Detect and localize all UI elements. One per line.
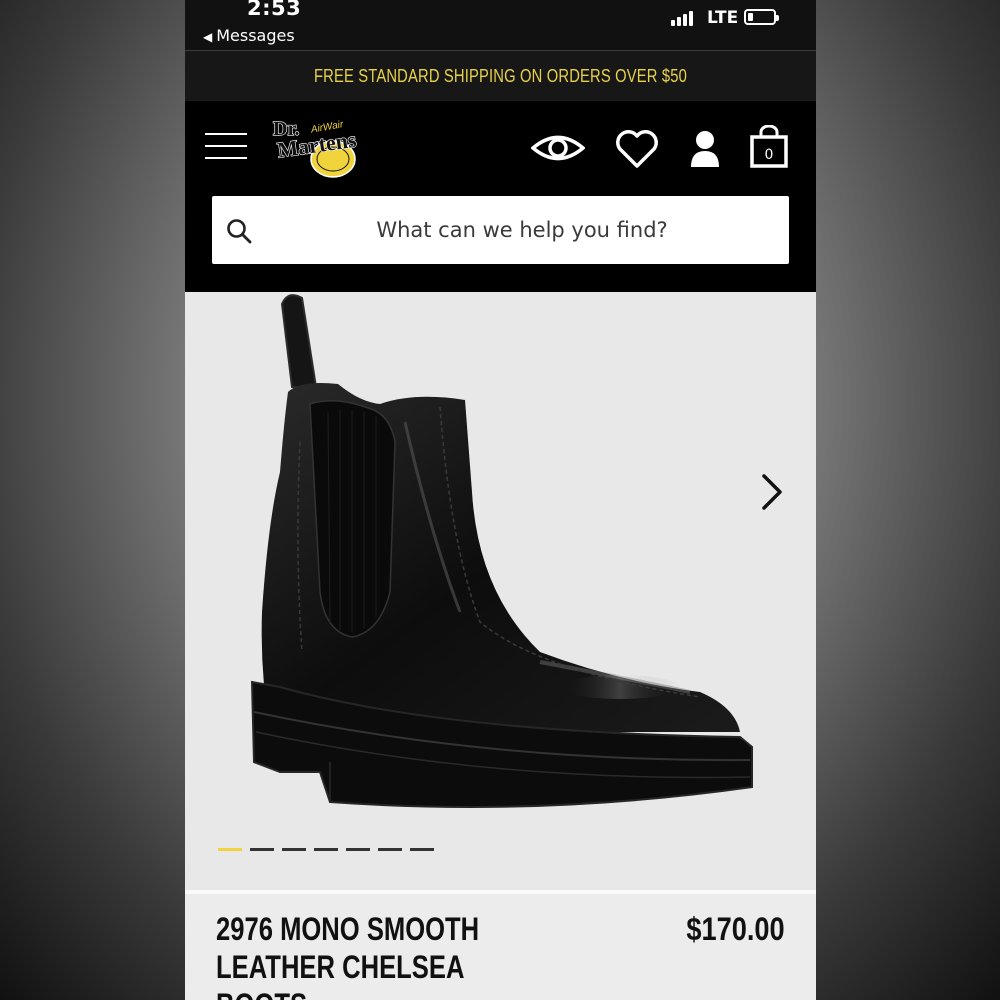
logo-graphic: Dr. Martens AirWair	[272, 117, 359, 178]
carousel-dot[interactable]	[346, 848, 370, 851]
product-image-chelsea-boot	[240, 292, 760, 832]
back-to-messages-link[interactable]: ◀ Messages	[203, 26, 295, 45]
product-name-line2: LEATHER CHELSEA BOOTS	[216, 949, 464, 1000]
back-triangle-icon: ◀	[203, 30, 213, 44]
dr-martens-logo[interactable]: Dr. Martens AirWair	[271, 115, 383, 179]
product-info: 2976 MONO SMOOTH LEATHER CHELSEA BOOTS $…	[185, 894, 816, 1000]
network-type: LTE	[707, 8, 739, 28]
carousel-dot[interactable]	[282, 848, 306, 851]
product-name-line1: 2976 MONO SMOOTH	[216, 911, 480, 947]
back-label: Messages	[216, 26, 295, 45]
promo-text: FREE STANDARD SHIPPING ON ORDERS OVER $5…	[313, 65, 688, 86]
carousel-dot[interactable]	[378, 848, 402, 851]
search-input[interactable]	[272, 196, 772, 264]
product-name: 2976 MONO SMOOTH LEATHER CHELSEA BOOTS	[216, 910, 504, 1000]
status-time: 2:53	[247, 0, 302, 20]
status-bar: 2:53 ◀ Messages LTE	[185, 0, 816, 51]
carousel-dot[interactable]	[410, 848, 434, 851]
carousel-dot[interactable]	[314, 848, 338, 851]
cellular-signal-icon	[671, 10, 699, 26]
carousel-dot[interactable]	[218, 848, 242, 851]
site-header: Dr. Martens AirWair 0 What can we help y…	[185, 101, 816, 292]
product-price: $170.00	[686, 911, 785, 947]
battery-icon	[744, 9, 779, 25]
carousel-dot[interactable]	[250, 848, 274, 851]
phone-screen: 2:53 ◀ Messages LTE FREE STANDARD SHIPPIN…	[185, 0, 816, 1000]
recently-viewed-eye-icon[interactable]	[530, 129, 586, 167]
shopping-bag-icon[interactable]: 0	[749, 124, 789, 169]
promo-banner[interactable]: FREE STANDARD SHIPPING ON ORDERS OVER $5…	[185, 51, 816, 101]
cart-count: 0	[765, 147, 774, 163]
account-user-icon[interactable]	[689, 129, 721, 169]
wishlist-heart-icon[interactable]	[615, 129, 659, 169]
product-gallery[interactable]	[185, 292, 816, 890]
next-image-chevron-right-icon[interactable]	[759, 472, 785, 512]
carousel-indicators	[218, 848, 434, 851]
search-icon[interactable]	[226, 218, 252, 244]
search-box[interactable]	[212, 196, 789, 264]
menu-button[interactable]	[205, 133, 247, 159]
